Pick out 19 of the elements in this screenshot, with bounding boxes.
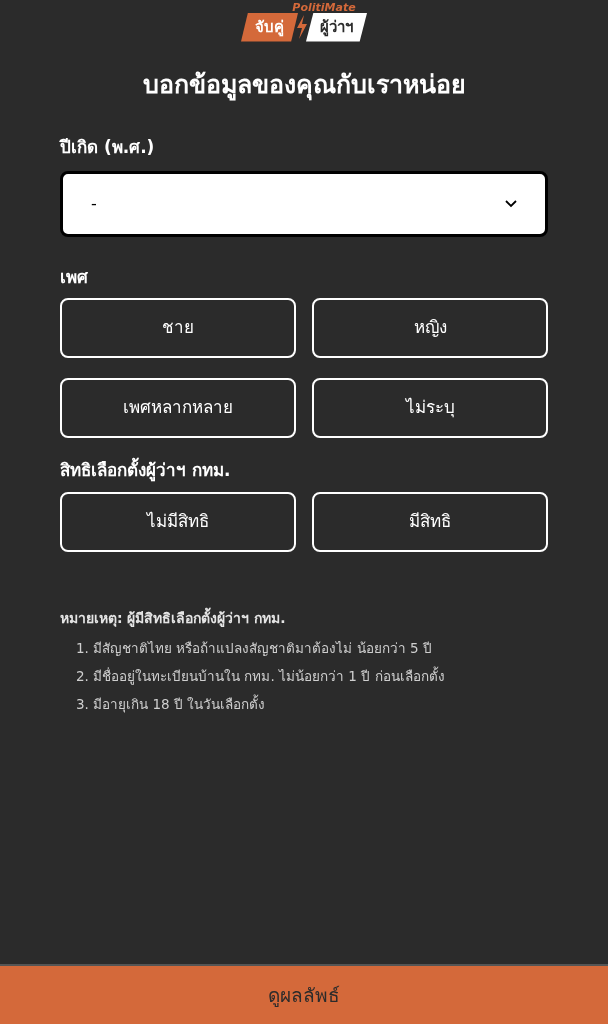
note-item: 3. มีอายุเกิน 18 ปี ในวันเลือกตั้ง	[76, 693, 267, 715]
option-button[interactable]: หญิง	[312, 298, 548, 358]
submit-button[interactable]: ดูผลลัพธ์	[0, 964, 608, 1024]
page-title: บอกข้อมูลของคุณกับเราหน่อย	[141, 68, 467, 103]
chevron-down-icon	[505, 199, 517, 208]
option-button[interactable]: ชาย	[60, 298, 296, 358]
field-label: เพศ	[60, 265, 89, 289]
field-label: สิทธิเลือกตั้งผู้ว่าฯ กทม.	[60, 458, 548, 484]
year-select[interactable]: -	[60, 170, 548, 237]
note-item: 2. มีชื่ออยู่ในทะเบียนบ้านใน กทม. ไม่น้อยกว่า 1 ปี ก่อนเลือกตั้ง	[76, 665, 446, 687]
logo: PolitiMate จับคู่ ผู้ว่าฯ	[241, 2, 367, 42]
note-item: 1. มีสัญชาติไทย หรือถ้าแปลงสัญชาติมาต้องไม่ น้อยกว่า 5 ปี	[76, 638, 433, 658]
note-title: หมายเหตุ: ผู้มีสิทธิเลือกตั้งผู้ว่าฯ กทม.	[60, 607, 287, 629]
field-label: ปีเกิด (พ.ศ.)	[60, 136, 156, 159]
option-button[interactable]: มีสิทธิ	[312, 491, 548, 552]
lightning-icon	[295, 15, 309, 40]
option-button[interactable]: ไม่มีสิทธิ	[60, 491, 296, 552]
option-button[interactable]: เพศหลากหลาย	[60, 378, 296, 438]
option-button[interactable]: ไม่ระบุ	[312, 378, 548, 438]
